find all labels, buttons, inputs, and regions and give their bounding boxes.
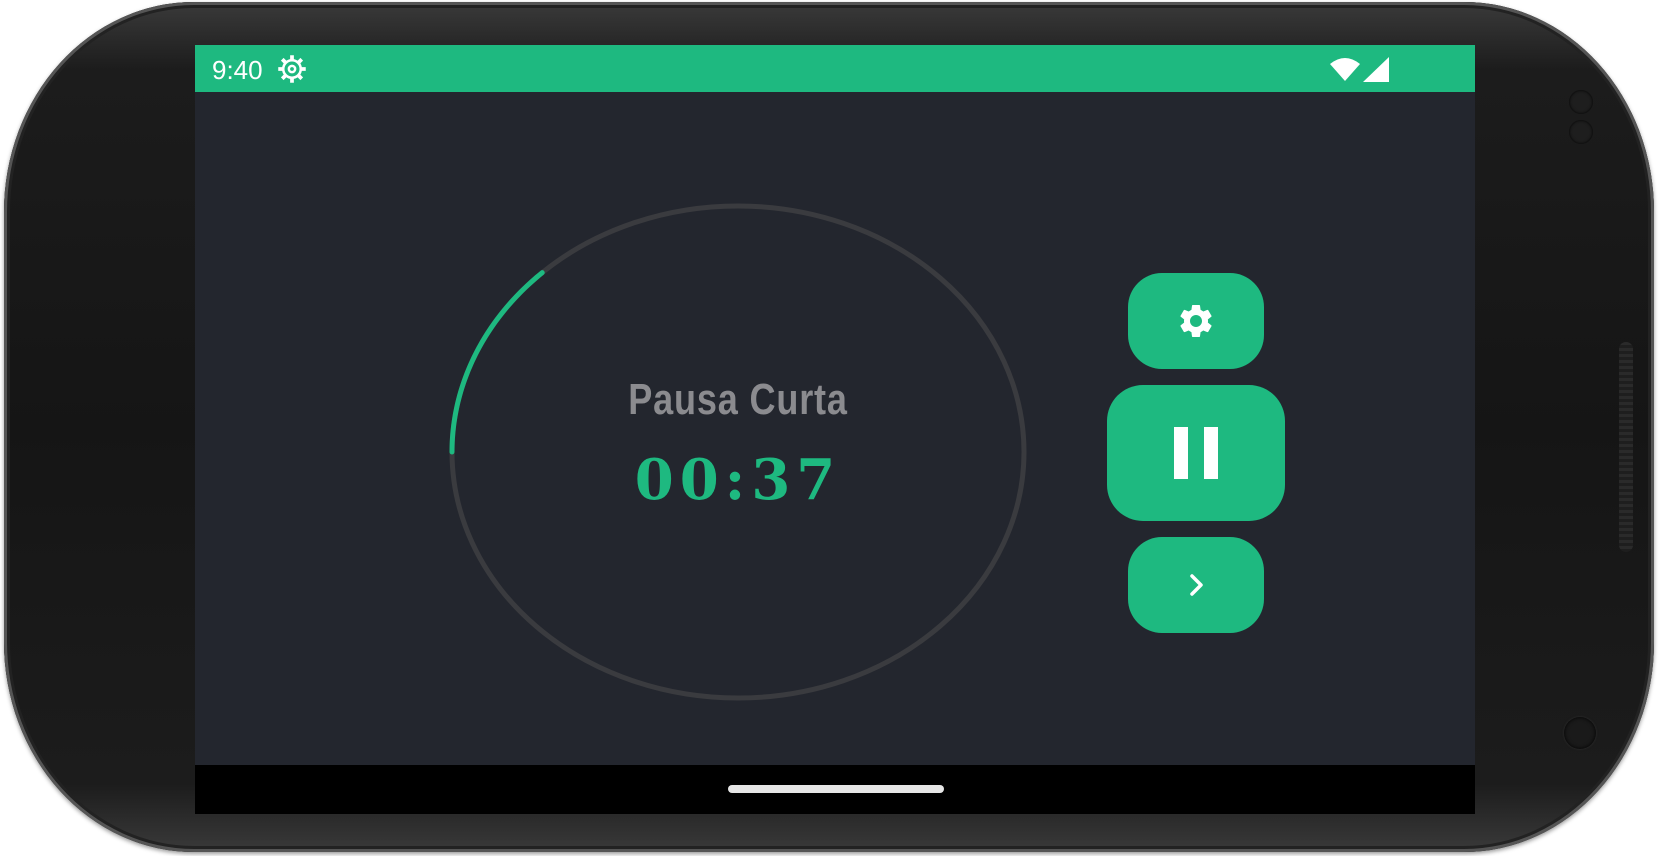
phone-side-button [1619, 342, 1633, 552]
status-bar: 9:40 [195, 45, 1475, 92]
pause-button[interactable] [1107, 385, 1285, 521]
phone-frame: 9:40 Pausa Curta 00:37 [4, 2, 1654, 852]
settings-gear-icon [278, 55, 306, 83]
timer-countdown: 00:37 [634, 447, 842, 513]
home-gesture-handle[interactable] [728, 785, 944, 793]
gear-icon [1180, 305, 1212, 337]
timer-mode-label: Pausa Curta [628, 375, 848, 424]
phone-sensor-top [1569, 90, 1593, 114]
timer-ring-progress [449, 270, 545, 455]
navigation-bar [195, 765, 1475, 814]
status-time: 9:40 [212, 55, 263, 85]
cellular-signal-icon [1363, 57, 1389, 82]
app-screen: 9:40 Pausa Curta 00:37 [195, 45, 1475, 814]
chevron-right-icon [1190, 574, 1203, 596]
skip-button[interactable] [1128, 537, 1264, 633]
phone-sensor-bottom [1569, 120, 1593, 144]
pause-icon [1174, 427, 1218, 479]
phone-camera [1564, 717, 1596, 749]
settings-button[interactable] [1128, 273, 1264, 369]
wifi-icon [1330, 58, 1360, 81]
